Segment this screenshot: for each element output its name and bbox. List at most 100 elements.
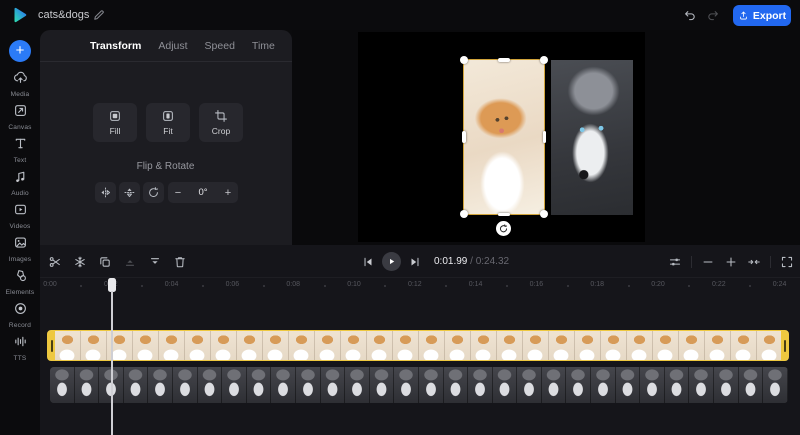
caret-down-line-button[interactable]	[148, 255, 162, 269]
split-button[interactable]	[48, 255, 62, 269]
sidebar-item-elements[interactable]: Elements	[0, 268, 40, 296]
dog-thumbnail	[197, 367, 223, 403]
caret-up-line-button[interactable]	[123, 255, 137, 269]
duplicate-button[interactable]	[98, 255, 112, 269]
ruler-tick-dot	[627, 285, 630, 287]
flip-horizontal-button[interactable]	[95, 182, 116, 203]
next-frame-button[interactable]	[408, 255, 422, 269]
tab-time[interactable]: Time	[252, 40, 275, 52]
dog-thumbnail	[615, 367, 641, 403]
dog-thumbnail	[123, 367, 149, 403]
sidebar-item-canvas[interactable]: Canvas	[0, 103, 40, 131]
ruler-tick-dot	[323, 285, 326, 287]
time-separator: /	[470, 256, 473, 267]
add-media-button[interactable]: +	[9, 40, 31, 62]
zoom-in-icon	[726, 257, 736, 266]
dog-thumbnail	[640, 367, 665, 403]
sidebar-item-audio[interactable]: Audio	[0, 169, 40, 197]
record-icon	[14, 303, 26, 314]
trash-icon	[175, 256, 185, 267]
cat-thumbnail	[705, 331, 731, 360]
dog-thumbnail	[320, 367, 346, 403]
cat-thumbnail	[627, 331, 653, 360]
dog-thumbnail	[714, 367, 739, 403]
fit-timeline-button[interactable]	[747, 255, 761, 269]
zoom-out-button[interactable]	[701, 255, 715, 269]
rotation-value[interactable]: 0°	[188, 187, 218, 198]
play-button[interactable]	[382, 252, 401, 271]
sidebar-label: Record	[8, 322, 32, 329]
expand-timeline-button[interactable]	[780, 255, 794, 269]
ruler-tick-dot	[141, 285, 144, 287]
sidebar-item-tts[interactable]: TTS	[0, 334, 40, 362]
ruler-tick-dot	[506, 285, 508, 287]
sidebar-item-images[interactable]: Images	[0, 235, 40, 263]
ruler-label: 0:20	[651, 281, 665, 288]
flip-vertical-button[interactable]	[119, 182, 140, 203]
ruler-label: 0:12	[407, 281, 422, 288]
trim-handle-right[interactable]	[781, 331, 788, 360]
playhead-head[interactable]	[108, 278, 116, 292]
trim-handle-left[interactable]	[48, 331, 55, 360]
sidebar-item-media[interactable]: Media	[0, 70, 40, 98]
rotate-button[interactable]	[143, 182, 164, 203]
rotate-selection-handle[interactable]	[496, 221, 511, 236]
cat-thumbnail	[159, 331, 185, 360]
freeze-button[interactable]	[73, 255, 87, 269]
freeze-snowflake-icon	[75, 256, 85, 267]
resize-handle-right[interactable]	[542, 131, 546, 143]
videos-icon	[14, 204, 26, 215]
dog-track-clip[interactable]	[50, 367, 788, 403]
dog-thumbnail	[271, 367, 296, 403]
crop-button[interactable]: Crop	[199, 103, 243, 142]
sidebar-item-text[interactable]: Text	[0, 136, 40, 164]
track-options-button[interactable]	[668, 255, 682, 269]
fill-button[interactable]: Fill	[93, 103, 137, 142]
pencil-icon[interactable]	[92, 8, 106, 22]
rotation-increase-button[interactable]: +	[218, 187, 238, 199]
preview-cat-video[interactable]	[463, 59, 545, 215]
undo-icon[interactable]	[683, 8, 697, 22]
fit-button[interactable]: Fit	[146, 103, 190, 142]
ruler-tick-dot	[688, 285, 691, 287]
rotation-decrease-button[interactable]: −	[168, 187, 188, 199]
dog-thumbnail	[591, 367, 616, 403]
rotate-handle-icon	[500, 224, 508, 233]
ruler-tick-dot	[749, 285, 752, 287]
left-sidebar: + Media Canvas Text Audio Videos Images …	[0, 30, 40, 435]
prev-frame-icon	[364, 257, 372, 266]
export-button[interactable]: Export	[733, 5, 791, 26]
total-time: 0:24.32	[475, 256, 510, 267]
resize-handle-bottom[interactable]	[498, 212, 510, 216]
images-icon	[14, 237, 26, 248]
rotation-stepper: − 0° +	[168, 182, 238, 203]
dog-thumbnail	[295, 367, 321, 403]
dog-thumbnail	[689, 367, 715, 403]
resize-handle-bottom-right[interactable]	[540, 210, 548, 218]
resize-handle-top[interactable]	[498, 58, 510, 62]
resize-handle-left[interactable]	[462, 131, 466, 143]
ruler-tick-dot	[384, 285, 387, 287]
preview-canvas[interactable]	[358, 32, 645, 242]
timeline-ruler[interactable]: 0:000:020:040:060:080:100:120:140:160:18…	[40, 278, 800, 294]
tab-speed[interactable]: Speed	[205, 40, 235, 52]
sidebar-item-record[interactable]: Record	[0, 301, 40, 329]
tab-transform[interactable]: Transform	[90, 40, 141, 52]
playhead[interactable]	[108, 278, 116, 435]
cat-thumbnail	[55, 331, 81, 360]
cat-track-clip[interactable]	[47, 330, 789, 361]
tab-adjust[interactable]: Adjust	[158, 40, 187, 52]
sidebar-label: Canvas	[8, 124, 32, 131]
ruler-tick-dot	[566, 285, 569, 287]
zoom-in-button[interactable]	[724, 255, 738, 269]
project-title: cats&dogs	[38, 9, 90, 21]
previous-frame-button[interactable]	[361, 255, 375, 269]
ruler-label: 0:14	[468, 281, 483, 288]
resize-handle-top-left[interactable]	[460, 56, 468, 64]
redo-icon[interactable]	[706, 8, 720, 22]
resize-handle-top-right[interactable]	[540, 56, 548, 64]
delete-button[interactable]	[173, 255, 187, 269]
sidebar-item-videos[interactable]: Videos	[0, 202, 40, 230]
preview-dog-video[interactable]	[551, 60, 633, 215]
resize-handle-bottom-left[interactable]	[460, 210, 468, 218]
